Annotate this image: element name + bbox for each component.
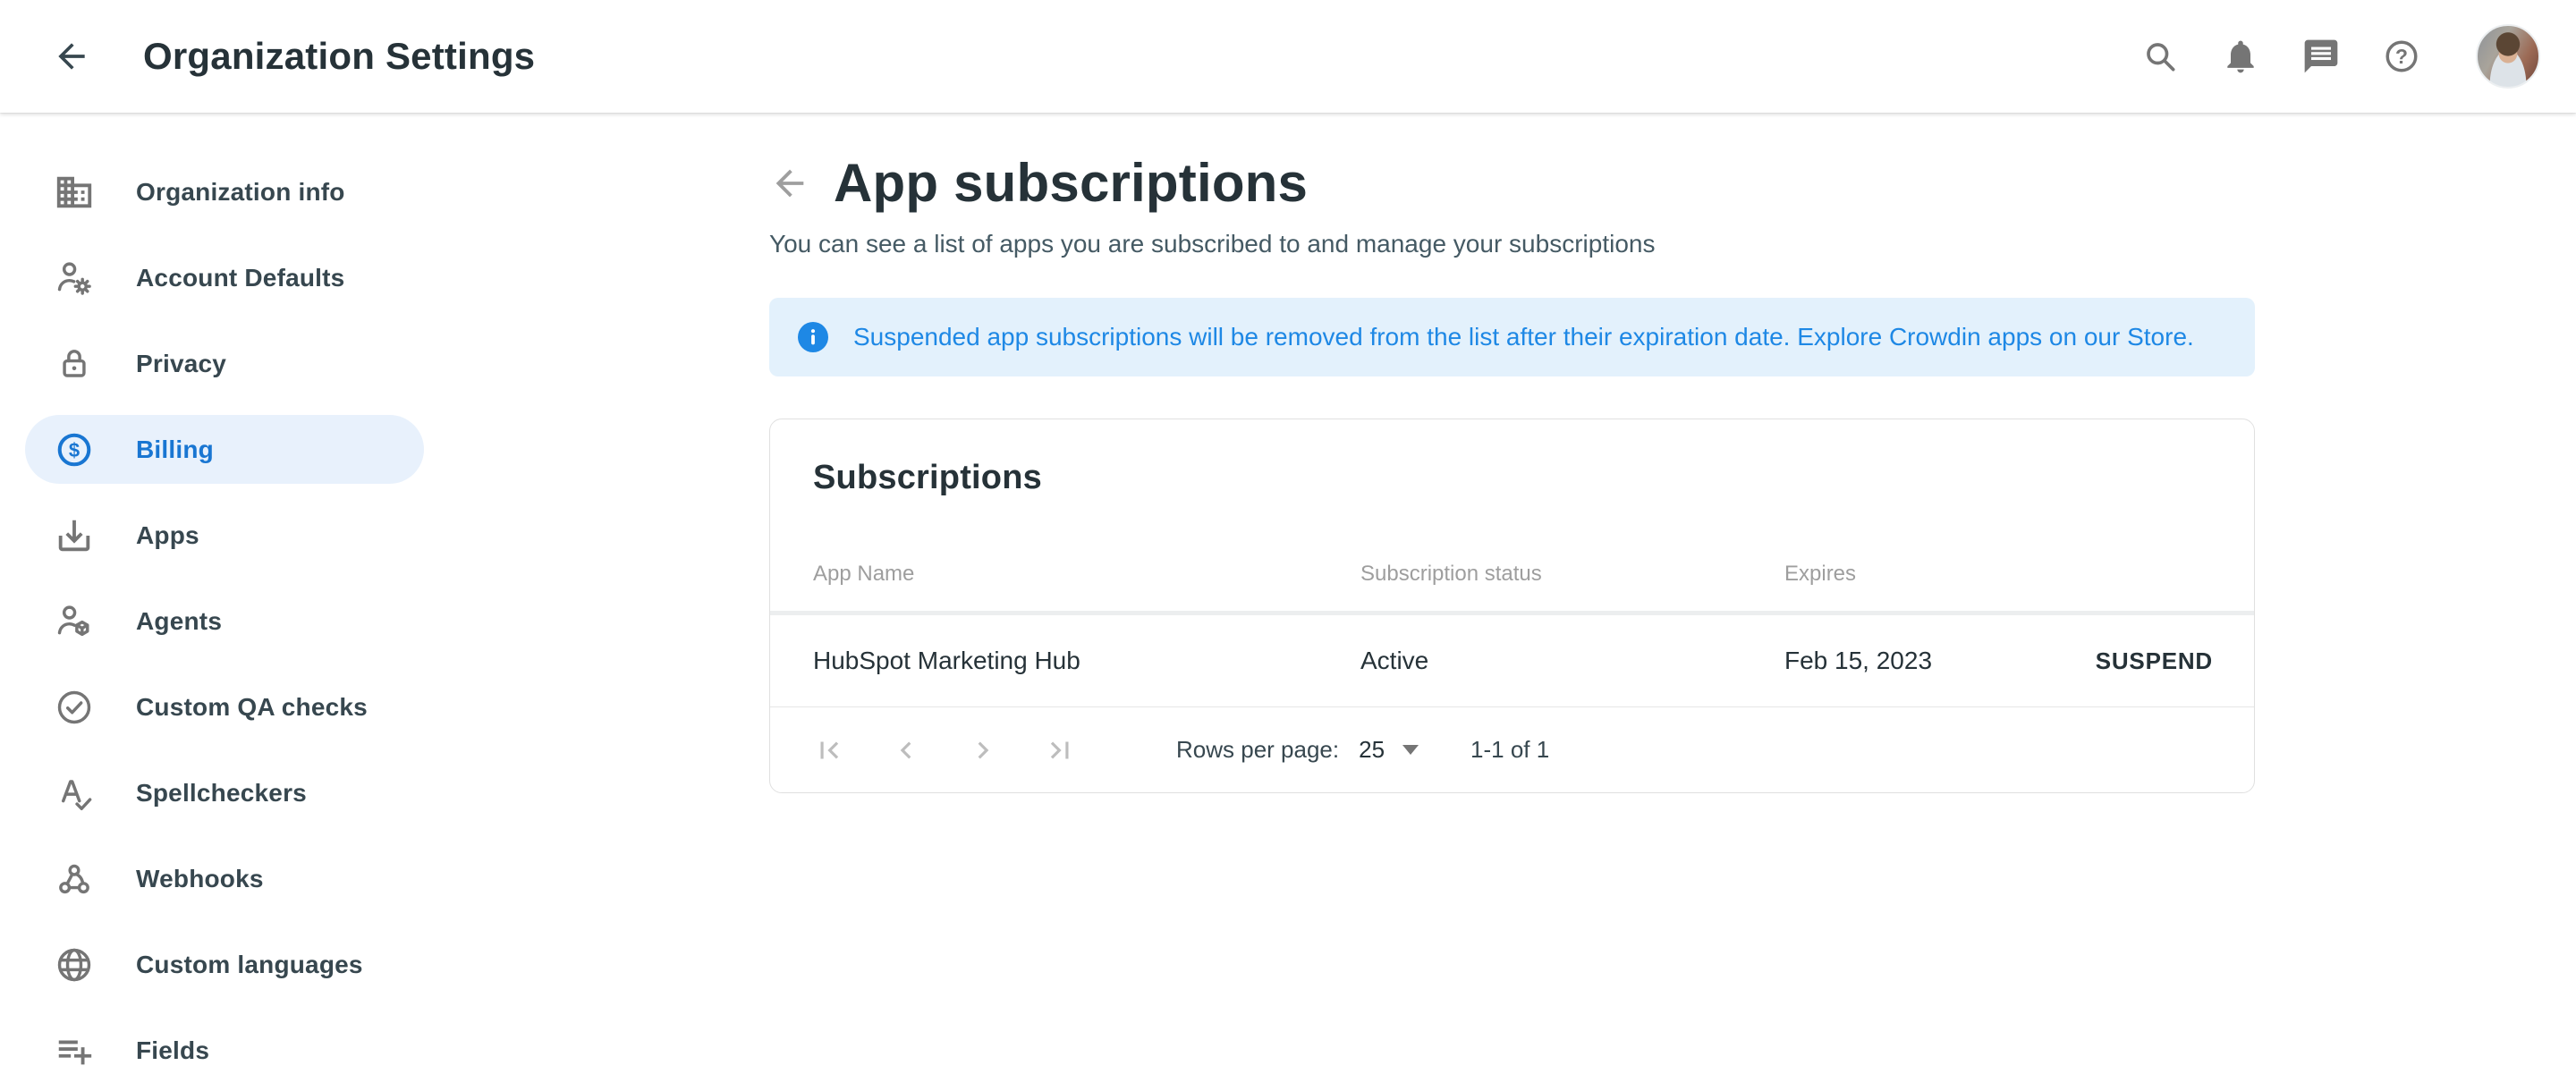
topbar-actions: ?: [2140, 24, 2540, 89]
lock-icon: [54, 343, 95, 385]
app-title: Organization Settings: [143, 35, 535, 78]
previous-page-icon[interactable]: [888, 732, 924, 768]
table-header-row: App Name Subscription status Expires: [770, 562, 2254, 587]
page-header: App subscriptions: [769, 152, 2255, 214]
svg-text:?: ?: [2395, 45, 2408, 68]
banner-text: Suspended app subscriptions will be remo…: [853, 323, 2194, 351]
page-back-icon[interactable]: [769, 163, 810, 204]
person-gear-icon: [54, 258, 95, 299]
sidebar-item-webhooks[interactable]: Webhooks: [25, 844, 424, 913]
sidebar-item-label: Billing: [136, 436, 214, 464]
download-icon: [54, 515, 95, 556]
topbar: Organization Settings ?: [0, 0, 2576, 113]
cell-expires: Feb 15, 2023: [1784, 647, 2012, 675]
webhook-icon: [54, 858, 95, 900]
playlist-add-icon: [54, 1030, 95, 1071]
sidebar-item-account-defaults[interactable]: Account Defaults: [25, 243, 424, 312]
table-row: HubSpot Marketing Hub Active Feb 15, 202…: [770, 615, 2254, 707]
dollar-circle-icon: $: [54, 429, 95, 470]
page-subtitle: You can see a list of apps you are subsc…: [769, 230, 2255, 258]
card-title: Subscriptions: [813, 459, 2211, 497]
help-icon[interactable]: ?: [2381, 36, 2422, 77]
rows-per-page-select[interactable]: 25: [1359, 736, 1419, 764]
spellcheck-icon: [54, 773, 95, 814]
sidebar-item-apps[interactable]: Apps: [25, 501, 424, 570]
suspend-button[interactable]: SUSPEND: [2090, 639, 2218, 684]
sidebar-item-label: Spellcheckers: [136, 779, 307, 808]
sidebar-item-label: Fields: [136, 1036, 209, 1065]
sidebar-item-custom-languages[interactable]: Custom languages: [25, 930, 424, 999]
sidebar-item-organization-info[interactable]: Organization info: [25, 157, 424, 226]
info-banner: Suspended app subscriptions will be remo…: [769, 298, 2255, 376]
sidebar-item-label: Account Defaults: [136, 264, 344, 292]
sidebar-item-label: Webhooks: [136, 865, 264, 893]
next-page-icon[interactable]: [965, 732, 1001, 768]
rows-per-page-value: 25: [1359, 736, 1385, 764]
sidebar-item-label: Organization info: [136, 178, 345, 207]
sidebar-item-custom-qa-checks[interactable]: Custom QA checks: [25, 672, 424, 741]
sidebar-item-billing[interactable]: $ Billing: [25, 415, 424, 484]
back-icon[interactable]: [50, 35, 93, 78]
sidebar-item-privacy[interactable]: Privacy: [25, 329, 424, 398]
sidebar-item-fields[interactable]: Fields: [25, 1016, 424, 1085]
search-icon[interactable]: [2140, 36, 2181, 77]
page-body: Organization info Account Defaults Priva…: [0, 113, 2576, 1091]
rows-per-page-label: Rows per page:: [1176, 736, 1339, 764]
pagination-range: 1-1 of 1: [1470, 736, 1549, 764]
main-content: App subscriptions You can see a list of …: [769, 113, 2255, 793]
page-title: App subscriptions: [834, 152, 1308, 214]
settings-sidebar: Organization info Account Defaults Priva…: [0, 113, 769, 1091]
column-header-subscription-status: Subscription status: [1360, 562, 1784, 587]
person-cube-icon: [54, 601, 95, 642]
notifications-bell-icon[interactable]: [2220, 36, 2261, 77]
cell-action: SUSPEND: [2012, 639, 2218, 684]
check-circle-icon: [54, 687, 95, 728]
cell-subscription-status: Active: [1360, 647, 1784, 675]
sidebar-item-agents[interactable]: Agents: [25, 587, 424, 655]
sidebar-item-label: Apps: [136, 521, 199, 550]
sidebar-item-spellcheckers[interactable]: Spellcheckers: [25, 758, 424, 827]
chevron-down-icon: [1402, 745, 1419, 755]
sidebar-item-label: Agents: [136, 607, 222, 636]
sidebar-item-label: Custom languages: [136, 951, 363, 979]
chat-icon[interactable]: [2301, 36, 2342, 77]
table-pagination: Rows per page: 25 1-1 of 1: [770, 707, 2254, 792]
building-icon: [54, 172, 95, 213]
info-icon: [798, 322, 828, 352]
avatar[interactable]: [2476, 24, 2540, 89]
column-header-app-name: App Name: [813, 562, 1360, 587]
subscriptions-card: Subscriptions App Name Subscription stat…: [769, 419, 2255, 793]
globe-icon: [54, 944, 95, 985]
column-header-expires: Expires: [1784, 562, 2012, 587]
first-page-icon[interactable]: [811, 732, 847, 768]
last-page-icon[interactable]: [1042, 732, 1078, 768]
cell-app-name: HubSpot Marketing Hub: [813, 647, 1360, 675]
sidebar-item-label: Custom QA checks: [136, 693, 368, 722]
sidebar-item-label: Privacy: [136, 350, 226, 378]
svg-text:$: $: [69, 438, 80, 461]
